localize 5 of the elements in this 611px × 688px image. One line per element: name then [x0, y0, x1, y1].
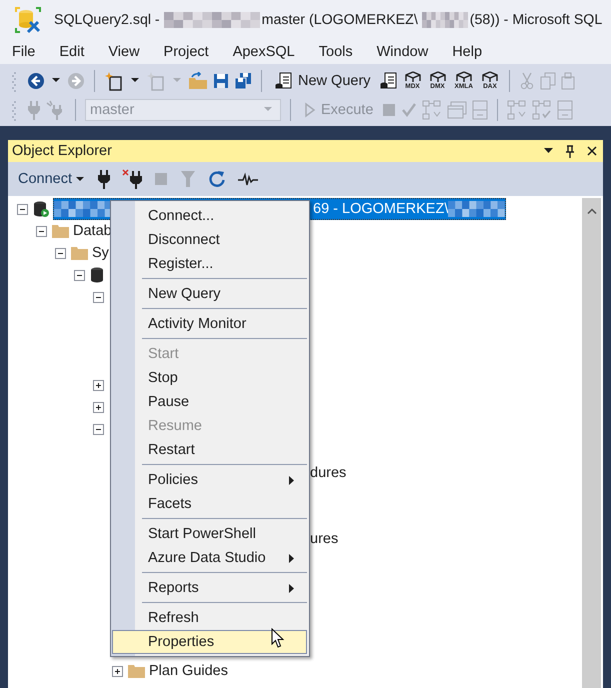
- window-title: master (LOGOMERKEZ\: [262, 12, 418, 28]
- window-title: SQLQuery2.sql -: [54, 12, 160, 28]
- server-name: 69 - LOGOMERKEZ\: [313, 201, 448, 217]
- window-title: (58)) - Microsoft SQL: [470, 12, 602, 28]
- panel-title: Object Explorer: [12, 143, 113, 159]
